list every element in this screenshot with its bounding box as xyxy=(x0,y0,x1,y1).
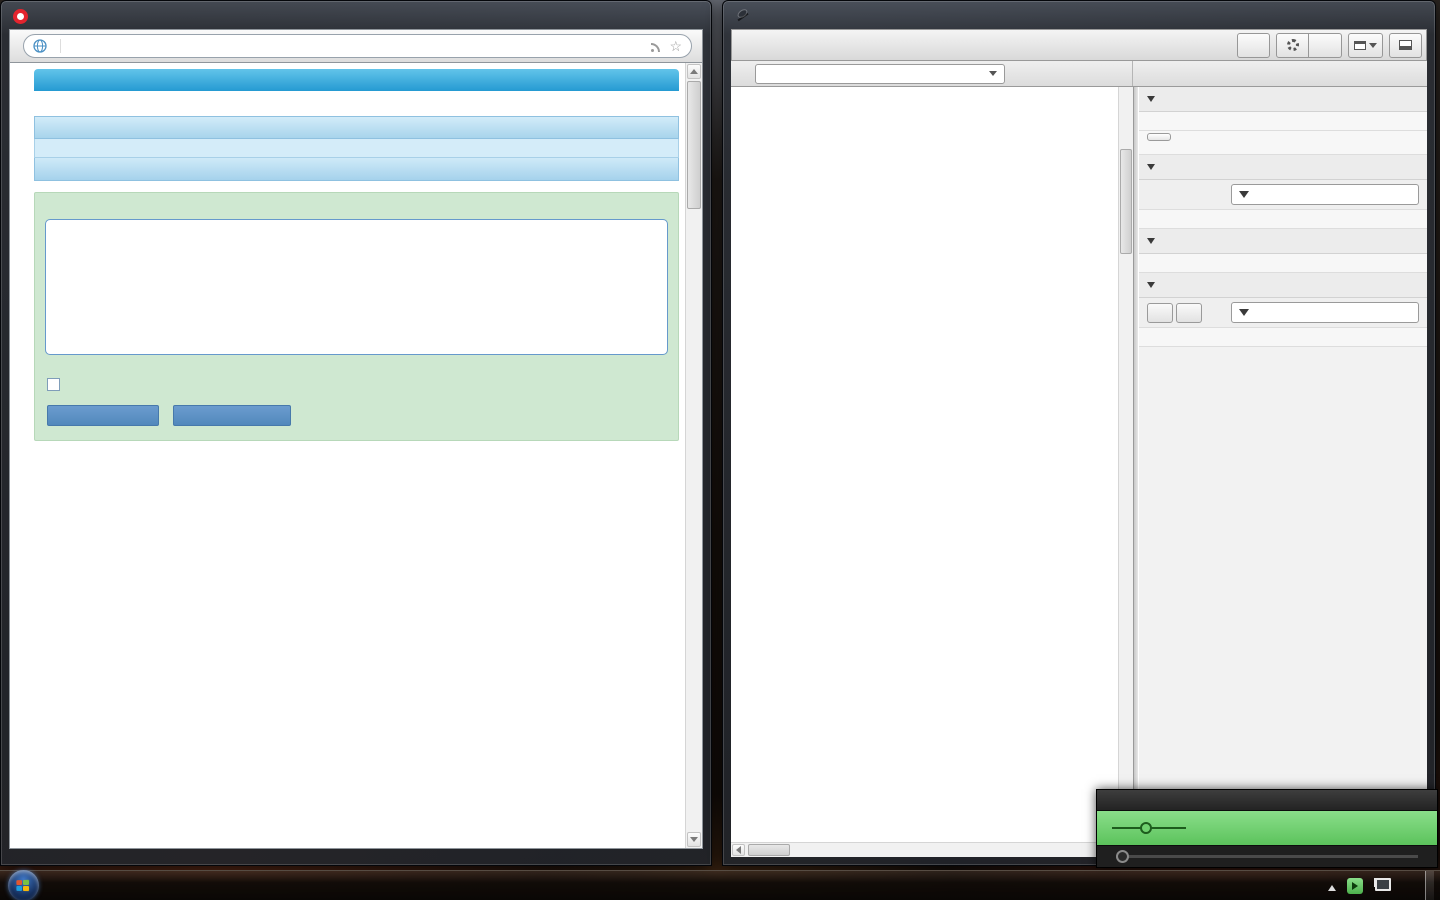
address-bar[interactable]: ☆ xyxy=(23,34,692,58)
code-lines xyxy=(731,87,1118,842)
console-toggle-button[interactable] xyxy=(1237,33,1270,58)
disclosure-triangle-icon xyxy=(1147,282,1155,292)
scrollbar-thumb[interactable] xyxy=(687,81,701,209)
gear-icon xyxy=(1287,39,1299,51)
debugger-controls xyxy=(731,61,1133,86)
devtools-toolbar xyxy=(731,29,1427,61)
volume-slider[interactable] xyxy=(1112,827,1186,829)
forum-breadcrumb-bar xyxy=(34,116,679,139)
code-vscroll-thumb[interactable] xyxy=(1120,149,1132,254)
devtools-subtoolbar xyxy=(731,61,1427,87)
funnel-icon xyxy=(1239,191,1249,198)
disclosure-triangle-icon xyxy=(1147,96,1155,106)
return-filter-input[interactable] xyxy=(1231,184,1419,205)
inspection-filter-input[interactable] xyxy=(1231,302,1419,323)
pagination xyxy=(34,181,679,192)
devtools-window xyxy=(722,0,1436,866)
inspection-filter-row xyxy=(1139,298,1427,328)
script-file-select[interactable] xyxy=(755,64,1005,84)
dragonfly-icon xyxy=(735,9,750,24)
hidden-icons-arrow[interactable] xyxy=(1328,881,1336,891)
attach-row xyxy=(47,378,668,391)
code-editor xyxy=(731,87,1133,857)
browser-toolbar: ☆ xyxy=(9,29,703,63)
devtools-titlebar[interactable] xyxy=(731,1,1427,29)
code-hscroll-thumb[interactable] xyxy=(748,844,790,856)
watch-section-header[interactable] xyxy=(1139,87,1427,112)
topic-title-bar xyxy=(34,158,679,181)
add-watch-button[interactable] xyxy=(1147,133,1171,141)
layout-toggle-button[interactable] xyxy=(1389,33,1422,58)
return-filter-row xyxy=(1139,180,1427,210)
attach-checkbox[interactable] xyxy=(47,378,60,391)
callstack-header[interactable] xyxy=(1139,229,1427,254)
network-icon[interactable] xyxy=(1374,878,1391,893)
state-panel-tabs xyxy=(1133,61,1427,86)
disclosure-triangle-icon xyxy=(1147,164,1155,174)
forum-page xyxy=(10,63,685,848)
code-hscrollbar[interactable] xyxy=(731,842,1133,857)
callstack-empty-text xyxy=(1139,254,1427,273)
reply-form xyxy=(34,192,679,441)
taskbar xyxy=(0,870,1440,900)
window-select-button[interactable] xyxy=(1348,33,1383,58)
show-desktop-button[interactable] xyxy=(1425,871,1434,900)
hscroll-left-button[interactable] xyxy=(732,844,745,856)
layout-icon xyxy=(1399,40,1412,50)
start-button[interactable] xyxy=(2,871,44,900)
music-player xyxy=(1096,789,1438,868)
browser-scrollbar[interactable] xyxy=(685,63,702,848)
opera-titlebar[interactable] xyxy=(9,1,703,29)
seek-knob[interactable] xyxy=(1116,850,1129,863)
browser-content xyxy=(9,63,703,849)
reply-textarea[interactable] xyxy=(45,219,668,355)
window-icon xyxy=(1354,41,1366,50)
inspect-string-button[interactable] xyxy=(1176,303,1202,323)
watch-button-row xyxy=(1139,131,1427,155)
disclosure-triangle-icon xyxy=(1147,238,1155,248)
state-panel xyxy=(1138,87,1427,857)
funnel-icon xyxy=(1239,309,1249,316)
player-controls xyxy=(1097,811,1437,846)
devtools-main xyxy=(731,87,1427,857)
inspection-header[interactable] xyxy=(1139,273,1427,298)
forum-nav-links xyxy=(34,91,679,104)
return-empty-text xyxy=(1139,210,1427,229)
inspect-list-button[interactable] xyxy=(1147,303,1173,323)
preview-button[interactable] xyxy=(173,405,291,426)
player-time-row xyxy=(1097,846,1437,867)
volume-knob[interactable] xyxy=(1140,822,1152,834)
scrollbar-down-button[interactable] xyxy=(687,832,701,847)
inspection-empty-text xyxy=(1139,328,1427,347)
unread-row xyxy=(34,104,679,116)
code-vscrollbar[interactable] xyxy=(1118,87,1133,842)
opera-logo-icon xyxy=(13,9,28,24)
watch-empty-text xyxy=(1139,112,1427,131)
return-values-header[interactable] xyxy=(1139,155,1427,180)
settings-button[interactable] xyxy=(1276,33,1309,58)
remote-debug-button[interactable] xyxy=(1309,33,1342,58)
web-badge[interactable] xyxy=(33,39,61,53)
opera-window: ☆ xyxy=(0,0,712,866)
system-tray xyxy=(1317,871,1438,900)
chevron-down-icon xyxy=(989,71,997,80)
forum-sub-bar xyxy=(34,139,679,158)
form-buttons xyxy=(47,405,668,426)
bookmark-star-icon[interactable]: ☆ xyxy=(669,38,682,55)
tray-player-icon[interactable] xyxy=(1347,878,1363,894)
windows-flag-icon xyxy=(16,879,30,891)
globe-icon xyxy=(33,39,47,53)
player-track-title[interactable] xyxy=(1097,790,1437,811)
devtools-toolbar-right xyxy=(1237,33,1422,58)
scrollbar-up-button[interactable] xyxy=(687,64,701,79)
forum-hello-bar xyxy=(34,69,679,91)
rss-icon[interactable] xyxy=(650,40,663,53)
seek-bar[interactable] xyxy=(1116,855,1418,858)
submit-button[interactable] xyxy=(47,405,159,426)
chevron-down-icon xyxy=(1369,43,1377,52)
